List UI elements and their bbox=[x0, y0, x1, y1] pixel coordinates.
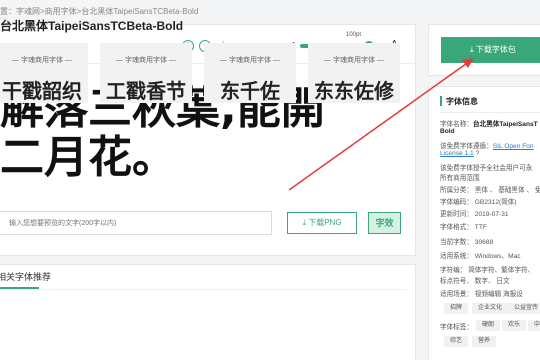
tag[interactable]: 硬朗 bbox=[476, 320, 501, 331]
info-chars-row-cont: 标点符号、 数字、 日文 bbox=[440, 278, 510, 285]
tag[interactable]: 欢乐 bbox=[502, 320, 527, 331]
related-font-tile[interactable]: — 字魂商用字体 — 工戳香节 bbox=[100, 43, 192, 103]
info-divider bbox=[440, 112, 540, 113]
info-date-row: 更新时间： 2019-07-31 bbox=[440, 211, 509, 218]
tile-label: — 字魂商用字体 — bbox=[116, 57, 176, 64]
tag[interactable]: 招牌 bbox=[444, 303, 469, 314]
info-name-row-cont: Bold bbox=[440, 128, 455, 135]
tile-sample: 东东佐修 bbox=[314, 79, 394, 103]
download-card: ⤓ 下载字体包 bbox=[428, 24, 540, 76]
info-scene-row: 适用场景： 视频编辑 海报设 bbox=[440, 291, 523, 298]
tile-label: — 字魂商用字体 — bbox=[220, 57, 280, 64]
info-chars-row: 字符编： 简体字符、繁体字符、 bbox=[440, 267, 535, 274]
page: 置：字魂网>商用字体>台北黑体TaipeiSansTCBeta-Bold 台北黑… bbox=[0, 0, 540, 360]
tile-sample: 东千佐 bbox=[220, 79, 280, 103]
tag[interactable]: 企业文化 bbox=[472, 303, 509, 314]
info-license-row: 该免费字体遵循：SIL Open Fon bbox=[440, 143, 534, 150]
license-link[interactable]: SIL Open Fon bbox=[493, 143, 534, 150]
font-title: 台北黑体TaipeiSansTCBeta-Bold bbox=[0, 19, 184, 33]
info-license-row-cont: License 1.1 ? bbox=[440, 150, 479, 157]
text-effect-button[interactable]: 字效 bbox=[368, 212, 401, 234]
info-format-row: 字体格式： TTF bbox=[440, 224, 487, 231]
info-title: 字体信息 bbox=[446, 97, 478, 106]
related-fonts-title: 相关字体推荐 bbox=[0, 272, 52, 282]
info-category-row: 所属分类： 黑体 、 基础黑体 、 免 bbox=[440, 187, 540, 194]
tile-label: — 字魂商用字体 — bbox=[12, 57, 72, 64]
breadcrumb: 置：字魂网>商用字体>台北黑体TaipeiSansTCBeta-Bold bbox=[0, 7, 199, 16]
info-count-row: 当前字数： 30688 bbox=[440, 239, 494, 246]
related-font-tile[interactable]: — 字魂商用字体 — 东千佐 bbox=[204, 43, 296, 103]
tile-sample: 干戳韶织 bbox=[2, 79, 82, 103]
related-fonts-card: 相关字体推荐 bbox=[0, 264, 416, 360]
info-tags-label: 字体标签： bbox=[440, 324, 473, 331]
download-png-button[interactable]: ⤓ 下载PNG bbox=[287, 212, 357, 234]
license-link-cont[interactable]: License 1.1 bbox=[440, 150, 474, 157]
download-font-button[interactable]: ⤓ 下载字体包 bbox=[441, 37, 540, 63]
help-icon[interactable]: ? bbox=[476, 150, 480, 157]
info-license-note: 该免费字体授予全社会用户可永 bbox=[440, 165, 533, 172]
related-font-tile[interactable]: — 字魂商用字体 — 东东佐修 bbox=[308, 43, 400, 103]
related-font-tile[interactable]: — 字魂商用字体 — 干戳韶织 bbox=[0, 43, 88, 103]
tag[interactable]: 公益宣传 bbox=[508, 303, 540, 314]
info-name-row: 字体名称：台北黑体TaipeiSansT bbox=[440, 121, 538, 128]
related-divider bbox=[0, 289, 407, 290]
related-title-underline bbox=[0, 287, 39, 289]
tag[interactable]: 中 bbox=[528, 320, 540, 331]
size-value-label: 100pt bbox=[346, 32, 362, 38]
download-png-label: 下载PNG bbox=[308, 218, 342, 227]
download-font-label: 下载字体包 bbox=[475, 45, 516, 54]
tag[interactable]: 营养 bbox=[472, 336, 497, 347]
tag[interactable]: 综艺 bbox=[444, 336, 469, 347]
preview-text-input[interactable] bbox=[0, 211, 272, 235]
info-license-note-cont: 所有商用范围 bbox=[440, 175, 480, 182]
info-system-row: 适用系统： Windows、Mac bbox=[440, 253, 521, 260]
preview-line-2: 二月花。 bbox=[0, 132, 176, 183]
info-title-bar bbox=[440, 96, 442, 106]
info-encoding-row: 字体编码： GB2312(简体) bbox=[440, 199, 517, 206]
tile-sample: 工戳香节 bbox=[106, 79, 186, 103]
tile-label: — 字魂商用字体 — bbox=[324, 57, 384, 64]
